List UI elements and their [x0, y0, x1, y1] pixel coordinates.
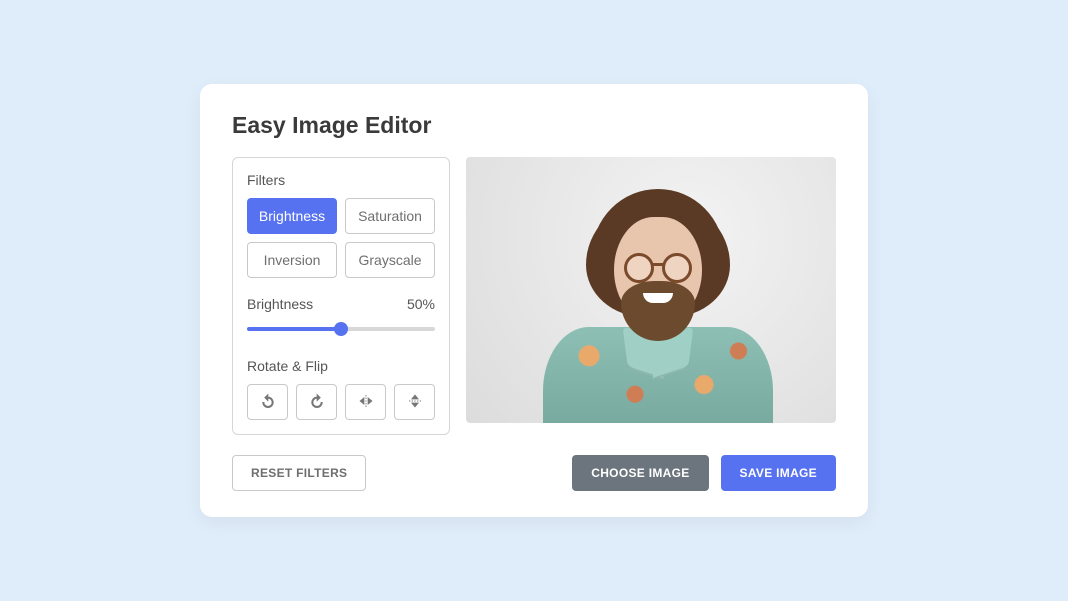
slider-value-label: 50% — [407, 296, 435, 312]
filter-buttons: Brightness Saturation Inversion Grayscal… — [247, 198, 435, 278]
rotate-buttons — [247, 384, 435, 420]
choose-image-button[interactable]: CHOOSE IMAGE — [572, 455, 708, 491]
editor-card: Easy Image Editor Filters Brightness Sat… — [200, 84, 868, 517]
rotate-label: Rotate & Flip — [247, 358, 435, 374]
filters-label: Filters — [247, 172, 435, 188]
page-title: Easy Image Editor — [232, 112, 836, 139]
footer-right-buttons: CHOOSE IMAGE SAVE IMAGE — [572, 455, 836, 491]
rotate-left-icon — [260, 393, 276, 412]
reset-filters-button[interactable]: RESET FILTERS — [232, 455, 366, 491]
preview-person-illustration — [548, 183, 768, 423]
image-preview — [466, 157, 836, 423]
slider-name-label: Brightness — [247, 296, 313, 312]
footer: RESET FILTERS CHOOSE IMAGE SAVE IMAGE — [232, 455, 836, 491]
flip-horizontal-icon — [358, 393, 374, 412]
rotate-left-button[interactable] — [247, 384, 288, 420]
flip-vertical-icon — [407, 393, 423, 412]
editor-body: Filters Brightness Saturation Inversion … — [232, 157, 836, 435]
filter-slider[interactable] — [247, 327, 435, 331]
rotate-block: Rotate & Flip — [247, 358, 435, 420]
flip-horizontal-button[interactable] — [345, 384, 386, 420]
rotate-right-button[interactable] — [296, 384, 337, 420]
flip-vertical-button[interactable] — [394, 384, 435, 420]
filter-slider-block: Brightness 50% — [247, 296, 435, 336]
slider-header: Brightness 50% — [247, 296, 435, 312]
filter-brightness-button[interactable]: Brightness — [247, 198, 337, 234]
filter-saturation-button[interactable]: Saturation — [345, 198, 435, 234]
save-image-button[interactable]: SAVE IMAGE — [721, 455, 836, 491]
editor-panel: Filters Brightness Saturation Inversion … — [232, 157, 450, 435]
filter-grayscale-button[interactable]: Grayscale — [345, 242, 435, 278]
filter-inversion-button[interactable]: Inversion — [247, 242, 337, 278]
rotate-right-icon — [309, 393, 325, 412]
